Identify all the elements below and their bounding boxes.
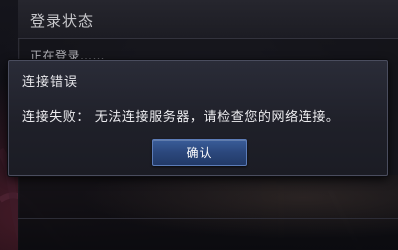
game-client-screen: 登录状态 正在登录…… 连接错误 连接失败： 无法连接服务器，请检查您的网络连接… bbox=[0, 0, 398, 250]
dialog-title: 连接错误 bbox=[22, 75, 79, 90]
error-message: 连接失败： 无法连接服务器，请检查您的网络连接。 bbox=[22, 110, 340, 125]
login-window-footer bbox=[18, 175, 398, 250]
login-status-title: 登录状态 bbox=[30, 12, 95, 30]
confirm-button[interactable]: 确认 bbox=[152, 139, 247, 166]
footer-divider bbox=[18, 218, 398, 219]
connection-error-dialog: 连接错误 连接失败： 无法连接服务器，请检查您的网络连接。 确认 bbox=[8, 60, 388, 176]
